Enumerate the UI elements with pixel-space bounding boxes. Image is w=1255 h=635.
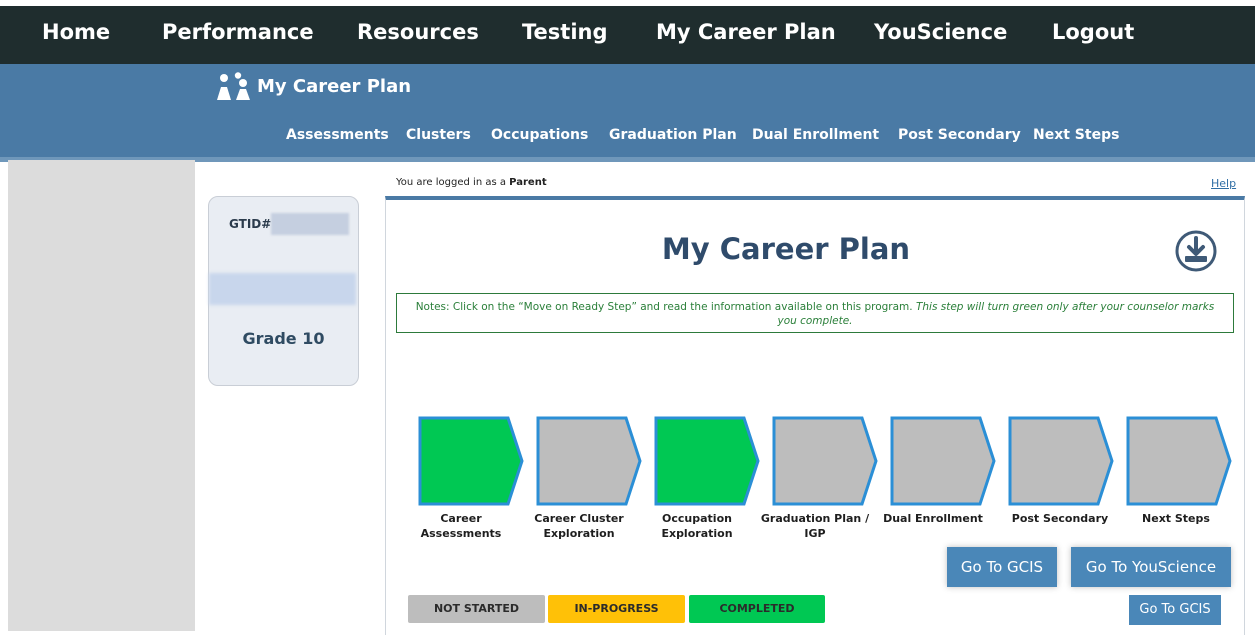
login-status-prefix: You are logged in as a xyxy=(396,177,506,188)
subnav-assessments[interactable]: Assessments xyxy=(286,127,389,143)
nav-home[interactable]: Home xyxy=(42,20,110,44)
subnav-occupations[interactable]: Occupations xyxy=(491,127,588,143)
step-shape xyxy=(772,416,878,506)
notes-box: Notes: Click on the “Move on Ready Step”… xyxy=(396,293,1234,333)
step-label: Career Assessments xyxy=(420,512,502,540)
legend-completed: COMPLETED xyxy=(689,595,825,623)
section-title: My Career Plan xyxy=(257,76,412,97)
gtid-value-redacted xyxy=(271,213,349,235)
step-shape xyxy=(890,416,996,506)
download-icon[interactable] xyxy=(1174,229,1218,273)
step-occupation-exploration[interactable] xyxy=(654,416,760,506)
step-label: Post Secondary xyxy=(1011,512,1109,525)
step-label: Graduation Plan / IGP xyxy=(760,512,870,540)
login-role: Parent xyxy=(509,177,547,188)
nav-performance[interactable]: Performance xyxy=(162,20,314,44)
step-next-steps[interactable] xyxy=(1126,416,1232,506)
legend-in-progress: IN-PROGRESS xyxy=(548,595,685,623)
step-shape xyxy=(536,416,642,506)
subnav-clusters[interactable]: Clusters xyxy=(406,127,471,143)
subnav-dual-enrollment[interactable]: Dual Enrollment xyxy=(752,127,879,143)
grade-label: Grade 10 xyxy=(242,329,325,348)
top-nav: Home Performance Resources Testing My Ca… xyxy=(0,6,1255,64)
step-label: Next Steps xyxy=(1142,512,1210,525)
gtid-label: GTID# xyxy=(229,217,272,231)
section-header: My Career Plan Assessments Clusters Occu… xyxy=(0,64,1255,162)
left-sidebar xyxy=(8,160,195,631)
go-to-gcis-button[interactable]: Go To GCIS xyxy=(947,547,1057,587)
step-graduation-plan[interactable] xyxy=(772,416,878,506)
legend-not-started: NOT STARTED xyxy=(408,595,545,623)
step-career-assessments[interactable] xyxy=(418,416,524,506)
step-label: Occupation Exploration xyxy=(661,512,733,540)
help-link[interactable]: Help xyxy=(1211,177,1236,190)
go-to-gcis-small-button[interactable]: Go To GCIS xyxy=(1129,595,1221,625)
subnav-graduation-plan[interactable]: Graduation Plan xyxy=(609,127,737,143)
step-shape xyxy=(418,416,524,506)
step-label: Career Cluster Exploration xyxy=(534,512,624,540)
step-label: Dual Enrollment xyxy=(883,512,983,525)
nav-resources[interactable]: Resources xyxy=(357,20,479,44)
people-icon xyxy=(217,72,250,100)
step-shape xyxy=(1126,416,1232,506)
step-career-cluster-exploration[interactable] xyxy=(536,416,642,506)
page-title: My Career Plan xyxy=(661,232,911,266)
student-profile-card: GTID# Grade 10 xyxy=(208,196,359,386)
nav-testing[interactable]: Testing xyxy=(522,20,608,44)
subnav-next-steps[interactable]: Next Steps xyxy=(1033,127,1119,143)
login-status: You are logged in as a Parent xyxy=(396,177,547,188)
student-name-redacted xyxy=(209,273,356,305)
step-shape xyxy=(1008,416,1114,506)
nav-logout[interactable]: Logout xyxy=(1052,20,1134,44)
go-to-youscience-button[interactable]: Go To YouScience xyxy=(1071,547,1231,587)
notes-text: Notes: Click on the “Move on Ready Step”… xyxy=(415,301,913,313)
step-post-secondary[interactable] xyxy=(1008,416,1114,506)
step-dual-enrollment[interactable] xyxy=(890,416,996,506)
step-shape xyxy=(654,416,760,506)
subnav-post-secondary[interactable]: Post Secondary xyxy=(898,127,1021,143)
nav-my-career-plan[interactable]: My Career Plan xyxy=(656,20,836,44)
nav-youscience[interactable]: YouScience xyxy=(874,20,1007,44)
